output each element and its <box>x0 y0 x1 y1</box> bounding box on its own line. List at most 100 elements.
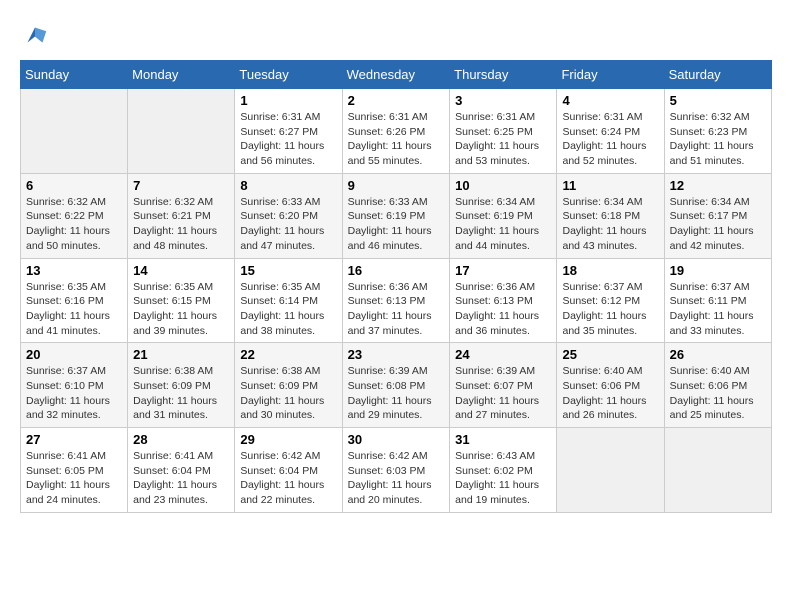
page-header <box>20 20 772 50</box>
calendar-day-cell: 8 Sunrise: 6:33 AM Sunset: 6:20 PM Daylig… <box>235 173 342 258</box>
calendar-day-cell: 22Sunrise: 6:38 AM Sunset: 6:09 PM Dayli… <box>235 343 342 428</box>
day-number: 31 <box>455 432 551 447</box>
day-info: Sunrise: 6:42 AM Sunset: 6:03 PM Dayligh… <box>348 449 445 508</box>
calendar-week-row: 6 Sunrise: 6:32 AM Sunset: 6:22 PM Daylig… <box>21 173 772 258</box>
calendar-day-cell: 27 Sunrise: 6:41 AM Sunset: 6:05 PM Dayli… <box>21 428 128 513</box>
calendar-day-cell: 29 Sunrise: 6:42 AM Sunset: 6:04 PM Dayli… <box>235 428 342 513</box>
day-info: Sunrise: 6:32 AM Sunset: 6:21 PM Dayligh… <box>133 195 229 254</box>
logo <box>20 20 54 50</box>
day-info: Sunrise: 6:33 AM Sunset: 6:19 PM Dayligh… <box>348 195 445 254</box>
day-info: Sunrise: 6:31 AM Sunset: 6:26 PM Dayligh… <box>348 110 445 169</box>
day-info: Sunrise: 6:35 AM Sunset: 6:15 PM Dayligh… <box>133 280 229 339</box>
calendar-day-cell: 24 Sunrise: 6:39 AM Sunset: 6:07 PM Dayli… <box>450 343 557 428</box>
day-number: 29 <box>240 432 336 447</box>
calendar-day-cell: 15 Sunrise: 6:35 AM Sunset: 6:14 PM Dayli… <box>235 258 342 343</box>
day-number: 21 <box>133 347 229 362</box>
day-number: 5 <box>670 93 766 108</box>
calendar-day-cell: 28 Sunrise: 6:41 AM Sunset: 6:04 PM Dayli… <box>128 428 235 513</box>
calendar-day-cell: 16 Sunrise: 6:36 AM Sunset: 6:13 PM Dayli… <box>342 258 450 343</box>
day-number: 6 <box>26 178 122 193</box>
calendar-table: SundayMondayTuesdayWednesdayThursdayFrid… <box>20 60 772 513</box>
day-number: 13 <box>26 263 122 278</box>
calendar-day-cell: 4 Sunrise: 6:31 AM Sunset: 6:24 PM Daylig… <box>557 89 664 174</box>
dow-cell: Monday <box>128 61 235 89</box>
calendar-day-cell: 11 Sunrise: 6:34 AM Sunset: 6:18 PM Dayli… <box>557 173 664 258</box>
calendar-day-cell <box>128 89 235 174</box>
day-info: Sunrise: 6:43 AM Sunset: 6:02 PM Dayligh… <box>455 449 551 508</box>
calendar-body: 1 Sunrise: 6:31 AM Sunset: 6:27 PM Daylig… <box>21 89 772 513</box>
day-info: Sunrise: 6:31 AM Sunset: 6:27 PM Dayligh… <box>240 110 336 169</box>
calendar-day-cell: 1 Sunrise: 6:31 AM Sunset: 6:27 PM Daylig… <box>235 89 342 174</box>
dow-cell: Tuesday <box>235 61 342 89</box>
day-info: Sunrise: 6:37 AM Sunset: 6:11 PM Dayligh… <box>670 280 766 339</box>
day-number: 30 <box>348 432 445 447</box>
day-info: Sunrise: 6:41 AM Sunset: 6:04 PM Dayligh… <box>133 449 229 508</box>
calendar-day-cell: 23 Sunrise: 6:39 AM Sunset: 6:08 PM Dayli… <box>342 343 450 428</box>
day-number: 28 <box>133 432 229 447</box>
day-info: Sunrise: 6:39 AM Sunset: 6:07 PM Dayligh… <box>455 364 551 423</box>
calendar-week-row: 1 Sunrise: 6:31 AM Sunset: 6:27 PM Daylig… <box>21 89 772 174</box>
day-number: 18 <box>562 263 658 278</box>
day-info: Sunrise: 6:34 AM Sunset: 6:17 PM Dayligh… <box>670 195 766 254</box>
calendar-day-cell: 12 Sunrise: 6:34 AM Sunset: 6:17 PM Dayli… <box>664 173 771 258</box>
day-info: Sunrise: 6:32 AM Sunset: 6:23 PM Dayligh… <box>670 110 766 169</box>
logo-icon <box>20 20 50 50</box>
day-info: Sunrise: 6:42 AM Sunset: 6:04 PM Dayligh… <box>240 449 336 508</box>
day-info: Sunrise: 6:32 AM Sunset: 6:22 PM Dayligh… <box>26 195 122 254</box>
day-info: Sunrise: 6:40 AM Sunset: 6:06 PM Dayligh… <box>562 364 658 423</box>
calendar-day-cell: 13 Sunrise: 6:35 AM Sunset: 6:16 PM Dayli… <box>21 258 128 343</box>
calendar-day-cell: 31 Sunrise: 6:43 AM Sunset: 6:02 PM Dayli… <box>450 428 557 513</box>
day-number: 15 <box>240 263 336 278</box>
day-number: 17 <box>455 263 551 278</box>
calendar-week-row: 27 Sunrise: 6:41 AM Sunset: 6:05 PM Dayli… <box>21 428 772 513</box>
day-info: Sunrise: 6:31 AM Sunset: 6:24 PM Dayligh… <box>562 110 658 169</box>
calendar-day-cell <box>557 428 664 513</box>
calendar-day-cell: 6 Sunrise: 6:32 AM Sunset: 6:22 PM Daylig… <box>21 173 128 258</box>
day-number: 14 <box>133 263 229 278</box>
day-number: 10 <box>455 178 551 193</box>
calendar-day-cell: 5 Sunrise: 6:32 AM Sunset: 6:23 PM Daylig… <box>664 89 771 174</box>
calendar-day-cell: 19Sunrise: 6:37 AM Sunset: 6:11 PM Dayli… <box>664 258 771 343</box>
day-number: 8 <box>240 178 336 193</box>
calendar-week-row: 13 Sunrise: 6:35 AM Sunset: 6:16 PM Dayli… <box>21 258 772 343</box>
dow-cell: Sunday <box>21 61 128 89</box>
day-number: 24 <box>455 347 551 362</box>
day-number: 4 <box>562 93 658 108</box>
calendar-day-cell: 20Sunrise: 6:37 AM Sunset: 6:10 PM Dayli… <box>21 343 128 428</box>
calendar-day-cell: 26Sunrise: 6:40 AM Sunset: 6:06 PM Dayli… <box>664 343 771 428</box>
day-number: 12 <box>670 178 766 193</box>
day-info: Sunrise: 6:35 AM Sunset: 6:16 PM Dayligh… <box>26 280 122 339</box>
day-info: Sunrise: 6:33 AM Sunset: 6:20 PM Dayligh… <box>240 195 336 254</box>
calendar-day-cell: 25Sunrise: 6:40 AM Sunset: 6:06 PM Dayli… <box>557 343 664 428</box>
day-number: 16 <box>348 263 445 278</box>
calendar-day-cell: 7Sunrise: 6:32 AM Sunset: 6:21 PM Daylig… <box>128 173 235 258</box>
dow-cell: Friday <box>557 61 664 89</box>
day-info: Sunrise: 6:34 AM Sunset: 6:18 PM Dayligh… <box>562 195 658 254</box>
day-number: 22 <box>240 347 336 362</box>
calendar-day-cell: 10 Sunrise: 6:34 AM Sunset: 6:19 PM Dayli… <box>450 173 557 258</box>
day-info: Sunrise: 6:38 AM Sunset: 6:09 PM Dayligh… <box>133 364 229 423</box>
day-info: Sunrise: 6:37 AM Sunset: 6:12 PM Dayligh… <box>562 280 658 339</box>
day-info: Sunrise: 6:41 AM Sunset: 6:05 PM Dayligh… <box>26 449 122 508</box>
day-info: Sunrise: 6:36 AM Sunset: 6:13 PM Dayligh… <box>348 280 445 339</box>
day-number: 1 <box>240 93 336 108</box>
day-of-week-header: SundayMondayTuesdayWednesdayThursdayFrid… <box>21 61 772 89</box>
dow-cell: Wednesday <box>342 61 450 89</box>
dow-cell: Saturday <box>664 61 771 89</box>
day-number: 11 <box>562 178 658 193</box>
day-info: Sunrise: 6:37 AM Sunset: 6:10 PM Dayligh… <box>26 364 122 423</box>
day-info: Sunrise: 6:40 AM Sunset: 6:06 PM Dayligh… <box>670 364 766 423</box>
day-number: 23 <box>348 347 445 362</box>
day-number: 9 <box>348 178 445 193</box>
calendar-day-cell: 14 Sunrise: 6:35 AM Sunset: 6:15 PM Dayli… <box>128 258 235 343</box>
day-info: Sunrise: 6:31 AM Sunset: 6:25 PM Dayligh… <box>455 110 551 169</box>
day-info: Sunrise: 6:34 AM Sunset: 6:19 PM Dayligh… <box>455 195 551 254</box>
calendar-day-cell: 30 Sunrise: 6:42 AM Sunset: 6:03 PM Dayli… <box>342 428 450 513</box>
calendar-day-cell: 9 Sunrise: 6:33 AM Sunset: 6:19 PM Daylig… <box>342 173 450 258</box>
day-info: Sunrise: 6:39 AM Sunset: 6:08 PM Dayligh… <box>348 364 445 423</box>
calendar-day-cell: 17Sunrise: 6:36 AM Sunset: 6:13 PM Dayli… <box>450 258 557 343</box>
day-info: Sunrise: 6:35 AM Sunset: 6:14 PM Dayligh… <box>240 280 336 339</box>
day-number: 27 <box>26 432 122 447</box>
calendar-week-row: 20Sunrise: 6:37 AM Sunset: 6:10 PM Dayli… <box>21 343 772 428</box>
dow-cell: Thursday <box>450 61 557 89</box>
